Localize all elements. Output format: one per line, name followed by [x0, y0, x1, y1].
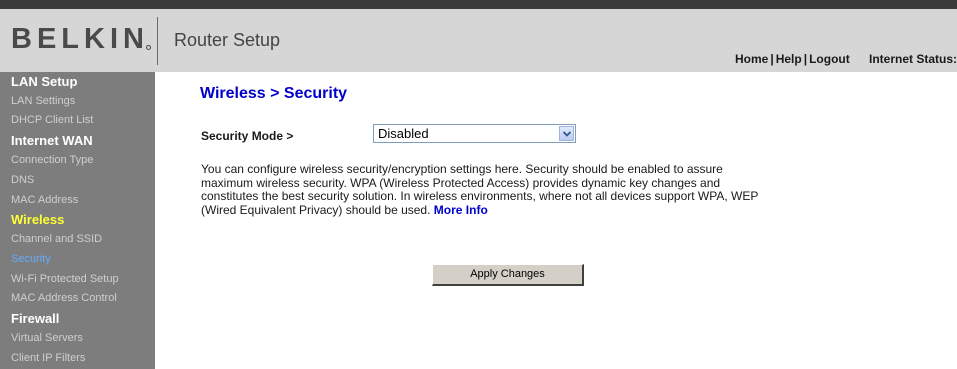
sidebar-item-security[interactable]: Security: [11, 253, 51, 265]
sidebar-item-lan-settings[interactable]: LAN Settings: [11, 95, 75, 107]
more-info-link[interactable]: More Info: [434, 203, 488, 217]
sidebar-item-channel-and-ssid[interactable]: Channel and SSID: [11, 233, 102, 245]
help-link[interactable]: Help: [776, 52, 802, 66]
sidebar-item-virtual-servers[interactable]: Virtual Servers: [11, 332, 83, 344]
security-mode-label: Security Mode >: [201, 129, 294, 143]
logo-divider: [157, 17, 158, 65]
top-links: Home | Help | Logout: [735, 52, 850, 66]
logout-link[interactable]: Logout: [809, 52, 850, 66]
sidebar-section-wireless: Wireless: [11, 212, 65, 227]
home-link[interactable]: Home: [735, 52, 768, 66]
top-strip: [0, 0, 957, 9]
sidebar-section-lan-setup: LAN Setup: [11, 74, 78, 89]
sidebar-item-client-ip-filters[interactable]: Client IP Filters: [11, 352, 85, 364]
sidebar-item-dns[interactable]: DNS: [11, 174, 34, 186]
sidebar-item-wifi-protected-setup[interactable]: Wi-Fi Protected Setup: [11, 273, 119, 285]
internet-status-label: Internet Status:: [869, 52, 957, 66]
sidebar-item-dhcp-client-list[interactable]: DHCP Client List: [11, 114, 93, 126]
security-mode-value: Disabled: [378, 126, 429, 141]
chevron-down-icon[interactable]: [559, 126, 574, 141]
belkin-logo: BELKIN: [11, 23, 149, 55]
page-title: Wireless > Security: [200, 85, 348, 102]
sidebar-item-mac-address[interactable]: MAC Address: [11, 194, 78, 206]
sidebar-section-internet-wan: Internet WAN: [11, 133, 93, 148]
app-title: Router Setup: [174, 30, 281, 50]
security-description: You can configure wireless security/encr…: [201, 162, 761, 217]
sidebar-item-connection-type[interactable]: Connection Type: [11, 154, 93, 166]
link-separator: |: [770, 52, 774, 66]
sidebar: LAN Setup LAN Settings DHCP Client List …: [0, 72, 155, 369]
apply-changes-button[interactable]: Apply Changes: [432, 264, 584, 286]
sidebar-section-firewall: Firewall: [11, 311, 60, 326]
link-separator: |: [803, 52, 808, 66]
logo-registered-mark: [146, 45, 151, 50]
security-mode-select[interactable]: Disabled: [373, 124, 576, 143]
sidebar-item-mac-address-control[interactable]: MAC Address Control: [11, 292, 117, 304]
